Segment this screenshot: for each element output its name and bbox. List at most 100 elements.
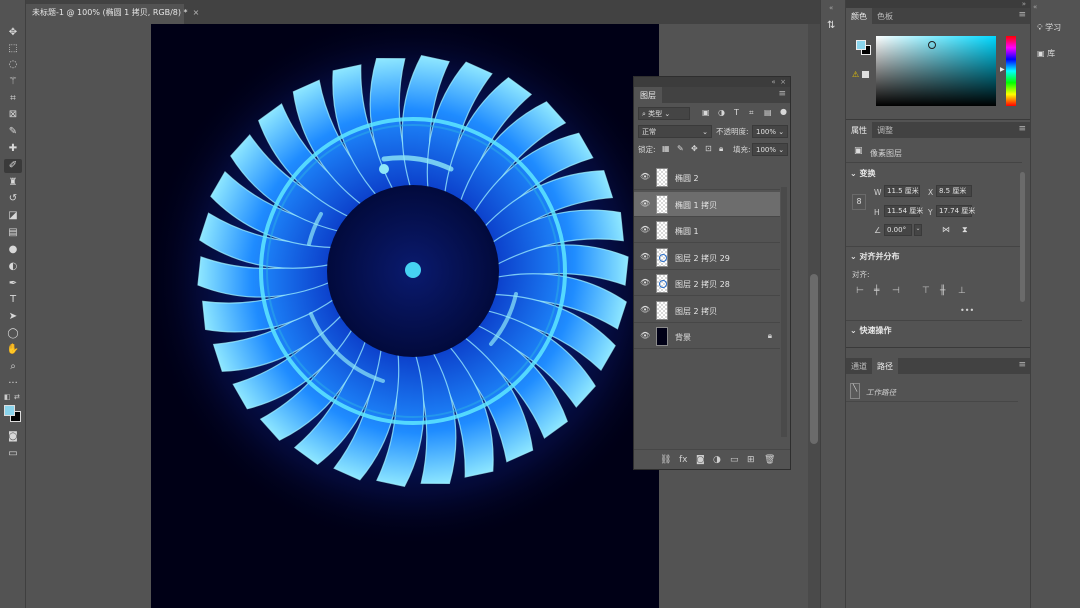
layer-row[interactable]: 👁︎ 图层 2 拷贝 29	[634, 245, 780, 270]
close-icon[interactable]: ×	[193, 8, 200, 17]
expand-panels-icon[interactable]: «	[829, 4, 833, 12]
layer-name[interactable]: 椭圆 1 拷贝	[675, 200, 717, 211]
blur-tool-icon[interactable]: ●	[4, 243, 22, 257]
adjustment-icon[interactable]: ◑	[713, 455, 721, 465]
height-input[interactable]: 11.54 厘米	[884, 205, 923, 217]
screen-mode-icon[interactable]: ▭	[4, 447, 22, 461]
panel-collapse-bar[interactable]: « ×	[634, 77, 790, 87]
default-colors-icon[interactable]: ◧	[4, 393, 14, 403]
angle-input[interactable]: 0.00°	[884, 224, 912, 236]
panel-menu-icon[interactable]: ≡	[1018, 360, 1026, 370]
history-brush-tool-icon[interactable]: ↺	[4, 192, 22, 206]
align-section-title[interactable]: ⌄ 对齐并分布	[850, 251, 900, 262]
filter-pixel-icon[interactable]: ▣	[702, 109, 710, 117]
document-canvas[interactable]	[151, 24, 659, 608]
document-tab[interactable]: 未标题-1 @ 100% (椭圆 1 拷贝, RGB/8) * ×	[26, 4, 199, 24]
layer-filter-select[interactable]: ⌕ 类型 ⌄	[638, 107, 690, 120]
eyedropper-tool-icon[interactable]: ✎	[4, 125, 22, 139]
scroll-thumb[interactable]	[810, 274, 818, 444]
foreground-color-swatch[interactable]	[4, 405, 15, 416]
crop-tool-icon[interactable]: ⌗	[4, 92, 22, 106]
tab-paths[interactable]: 路径	[872, 358, 898, 374]
new-layer-icon[interactable]: ⊞	[747, 455, 755, 465]
layer-row[interactable]: 👁︎ 椭圆 1 拷贝	[634, 191, 780, 217]
warning-icon[interactable]: ⚠	[852, 70, 859, 79]
color-picker-cursor[interactable]	[928, 41, 936, 49]
align-middle-vertical-icon[interactable]: ╫	[940, 286, 945, 296]
visibility-eye-icon[interactable]: 👁︎	[640, 305, 650, 314]
layer-row[interactable]: 👁︎ 椭圆 2	[634, 165, 780, 190]
library-button[interactable]: ▣ 库	[1037, 48, 1055, 62]
align-right-icon[interactable]: ⊣	[892, 286, 900, 296]
visibility-eye-icon[interactable]: 👁︎	[640, 225, 650, 234]
clone-stamp-tool-icon[interactable]: ♜	[4, 176, 22, 190]
y-input[interactable]: 17.74 厘米	[936, 205, 975, 217]
marquee-tool-icon[interactable]: ⬚	[4, 42, 22, 56]
x-input[interactable]: 8.5 厘米	[936, 185, 972, 197]
layers-scrollbar[interactable]	[781, 187, 787, 437]
more-tools-icon[interactable]: ···	[4, 377, 22, 391]
tab-adjustments[interactable]: 调整	[872, 122, 898, 138]
visibility-eye-icon[interactable]: 👁︎	[640, 199, 650, 208]
zoom-tool-icon[interactable]: ⌕	[4, 360, 22, 374]
layer-name[interactable]: 图层 2 拷贝	[675, 306, 717, 317]
more-options-icon[interactable]: •••	[960, 306, 974, 315]
panel-menu-icon[interactable]: ≡	[778, 89, 786, 99]
filter-shape-icon[interactable]: ⌗	[749, 109, 754, 117]
type-tool-icon[interactable]: T	[4, 293, 22, 307]
layer-name[interactable]: 图层 2 拷贝 28	[675, 279, 730, 290]
filter-smart-object-icon[interactable]: ▤	[764, 109, 772, 117]
group-icon[interactable]: ▭	[730, 455, 739, 465]
align-center-horizontal-icon[interactable]: ╪	[874, 286, 879, 296]
magic-wand-tool-icon[interactable]: ⚚	[4, 75, 22, 89]
flip-horizontal-icon[interactable]: ⋈	[942, 225, 950, 234]
blend-mode-select[interactable]: 正常 ⌄	[638, 125, 712, 138]
tab-color[interactable]: 颜色	[846, 8, 872, 24]
angle-dropdown-icon[interactable]: ⌄	[914, 224, 922, 236]
canvas-vertical-scrollbar[interactable]	[808, 24, 820, 608]
layer-name[interactable]: 椭圆 1	[675, 226, 699, 237]
align-top-icon[interactable]: ⊤	[922, 286, 930, 296]
lasso-tool-icon[interactable]: ◌	[4, 58, 22, 72]
hand-tool-icon[interactable]: ✋	[4, 343, 22, 357]
quick-actions-section-title[interactable]: ⌄ 快速操作	[850, 325, 892, 336]
visibility-eye-icon[interactable]: 👁︎	[640, 278, 650, 287]
pen-tool-icon[interactable]: ✒	[4, 277, 22, 291]
ellipse-tool-icon[interactable]: ◯	[4, 327, 22, 341]
visibility-eye-icon[interactable]: 👁︎	[640, 331, 650, 340]
lock-transparent-icon[interactable]: ▦	[662, 145, 670, 153]
align-left-icon[interactable]: ⊢	[856, 286, 864, 296]
collapse-dock-icon[interactable]: «	[1033, 3, 1037, 11]
web-safe-icon[interactable]	[862, 71, 869, 78]
history-panel-icon[interactable]: ⇅	[827, 20, 835, 31]
tab-channels[interactable]: 通道	[846, 358, 872, 374]
width-input[interactable]: 11.5 厘米	[884, 185, 920, 197]
visibility-eye-icon[interactable]: 👁︎	[640, 172, 650, 181]
lock-all-icon[interactable]: 🔒︎	[719, 145, 723, 153]
fx-icon[interactable]: fx	[679, 455, 688, 465]
layer-row[interactable]: 👁︎ 背景 🔒︎	[634, 324, 780, 349]
frame-tool-icon[interactable]: ⊠	[4, 108, 22, 122]
move-tool-icon[interactable]: ✥	[4, 26, 22, 40]
layer-row[interactable]: 👁︎ 图层 2 拷贝	[634, 298, 780, 323]
align-bottom-icon[interactable]: ⊥	[958, 286, 966, 296]
saturation-brightness-field[interactable]	[876, 36, 996, 106]
healing-brush-tool-icon[interactable]: ✚	[4, 142, 22, 156]
layer-name[interactable]: 椭圆 2	[675, 173, 699, 184]
layer-row[interactable]: 👁︎ 椭圆 1	[634, 218, 780, 243]
brush-tool-icon[interactable]: ✐	[4, 159, 22, 173]
tab-swatches[interactable]: 色板	[872, 8, 898, 24]
trash-icon[interactable]: 🗑︎	[764, 455, 775, 465]
layer-name[interactable]: 背景	[675, 332, 691, 343]
properties-scrollbar[interactable]	[1020, 172, 1025, 302]
visibility-eye-icon[interactable]: 👁︎	[640, 252, 650, 261]
layer-name[interactable]: 图层 2 拷贝 29	[675, 253, 730, 264]
panel-collapse-bar[interactable]: »	[846, 0, 1030, 8]
lock-position-icon[interactable]: ✥	[691, 145, 698, 153]
dodge-tool-icon[interactable]: ◐	[4, 260, 22, 274]
swap-colors-icon[interactable]: ⇄	[14, 393, 20, 401]
lock-image-icon[interactable]: ✎	[677, 145, 684, 153]
hue-slider[interactable]	[1006, 36, 1016, 106]
lock-artboard-icon[interactable]: ⊡	[705, 145, 712, 153]
foreground-color-swatch[interactable]	[856, 40, 866, 50]
